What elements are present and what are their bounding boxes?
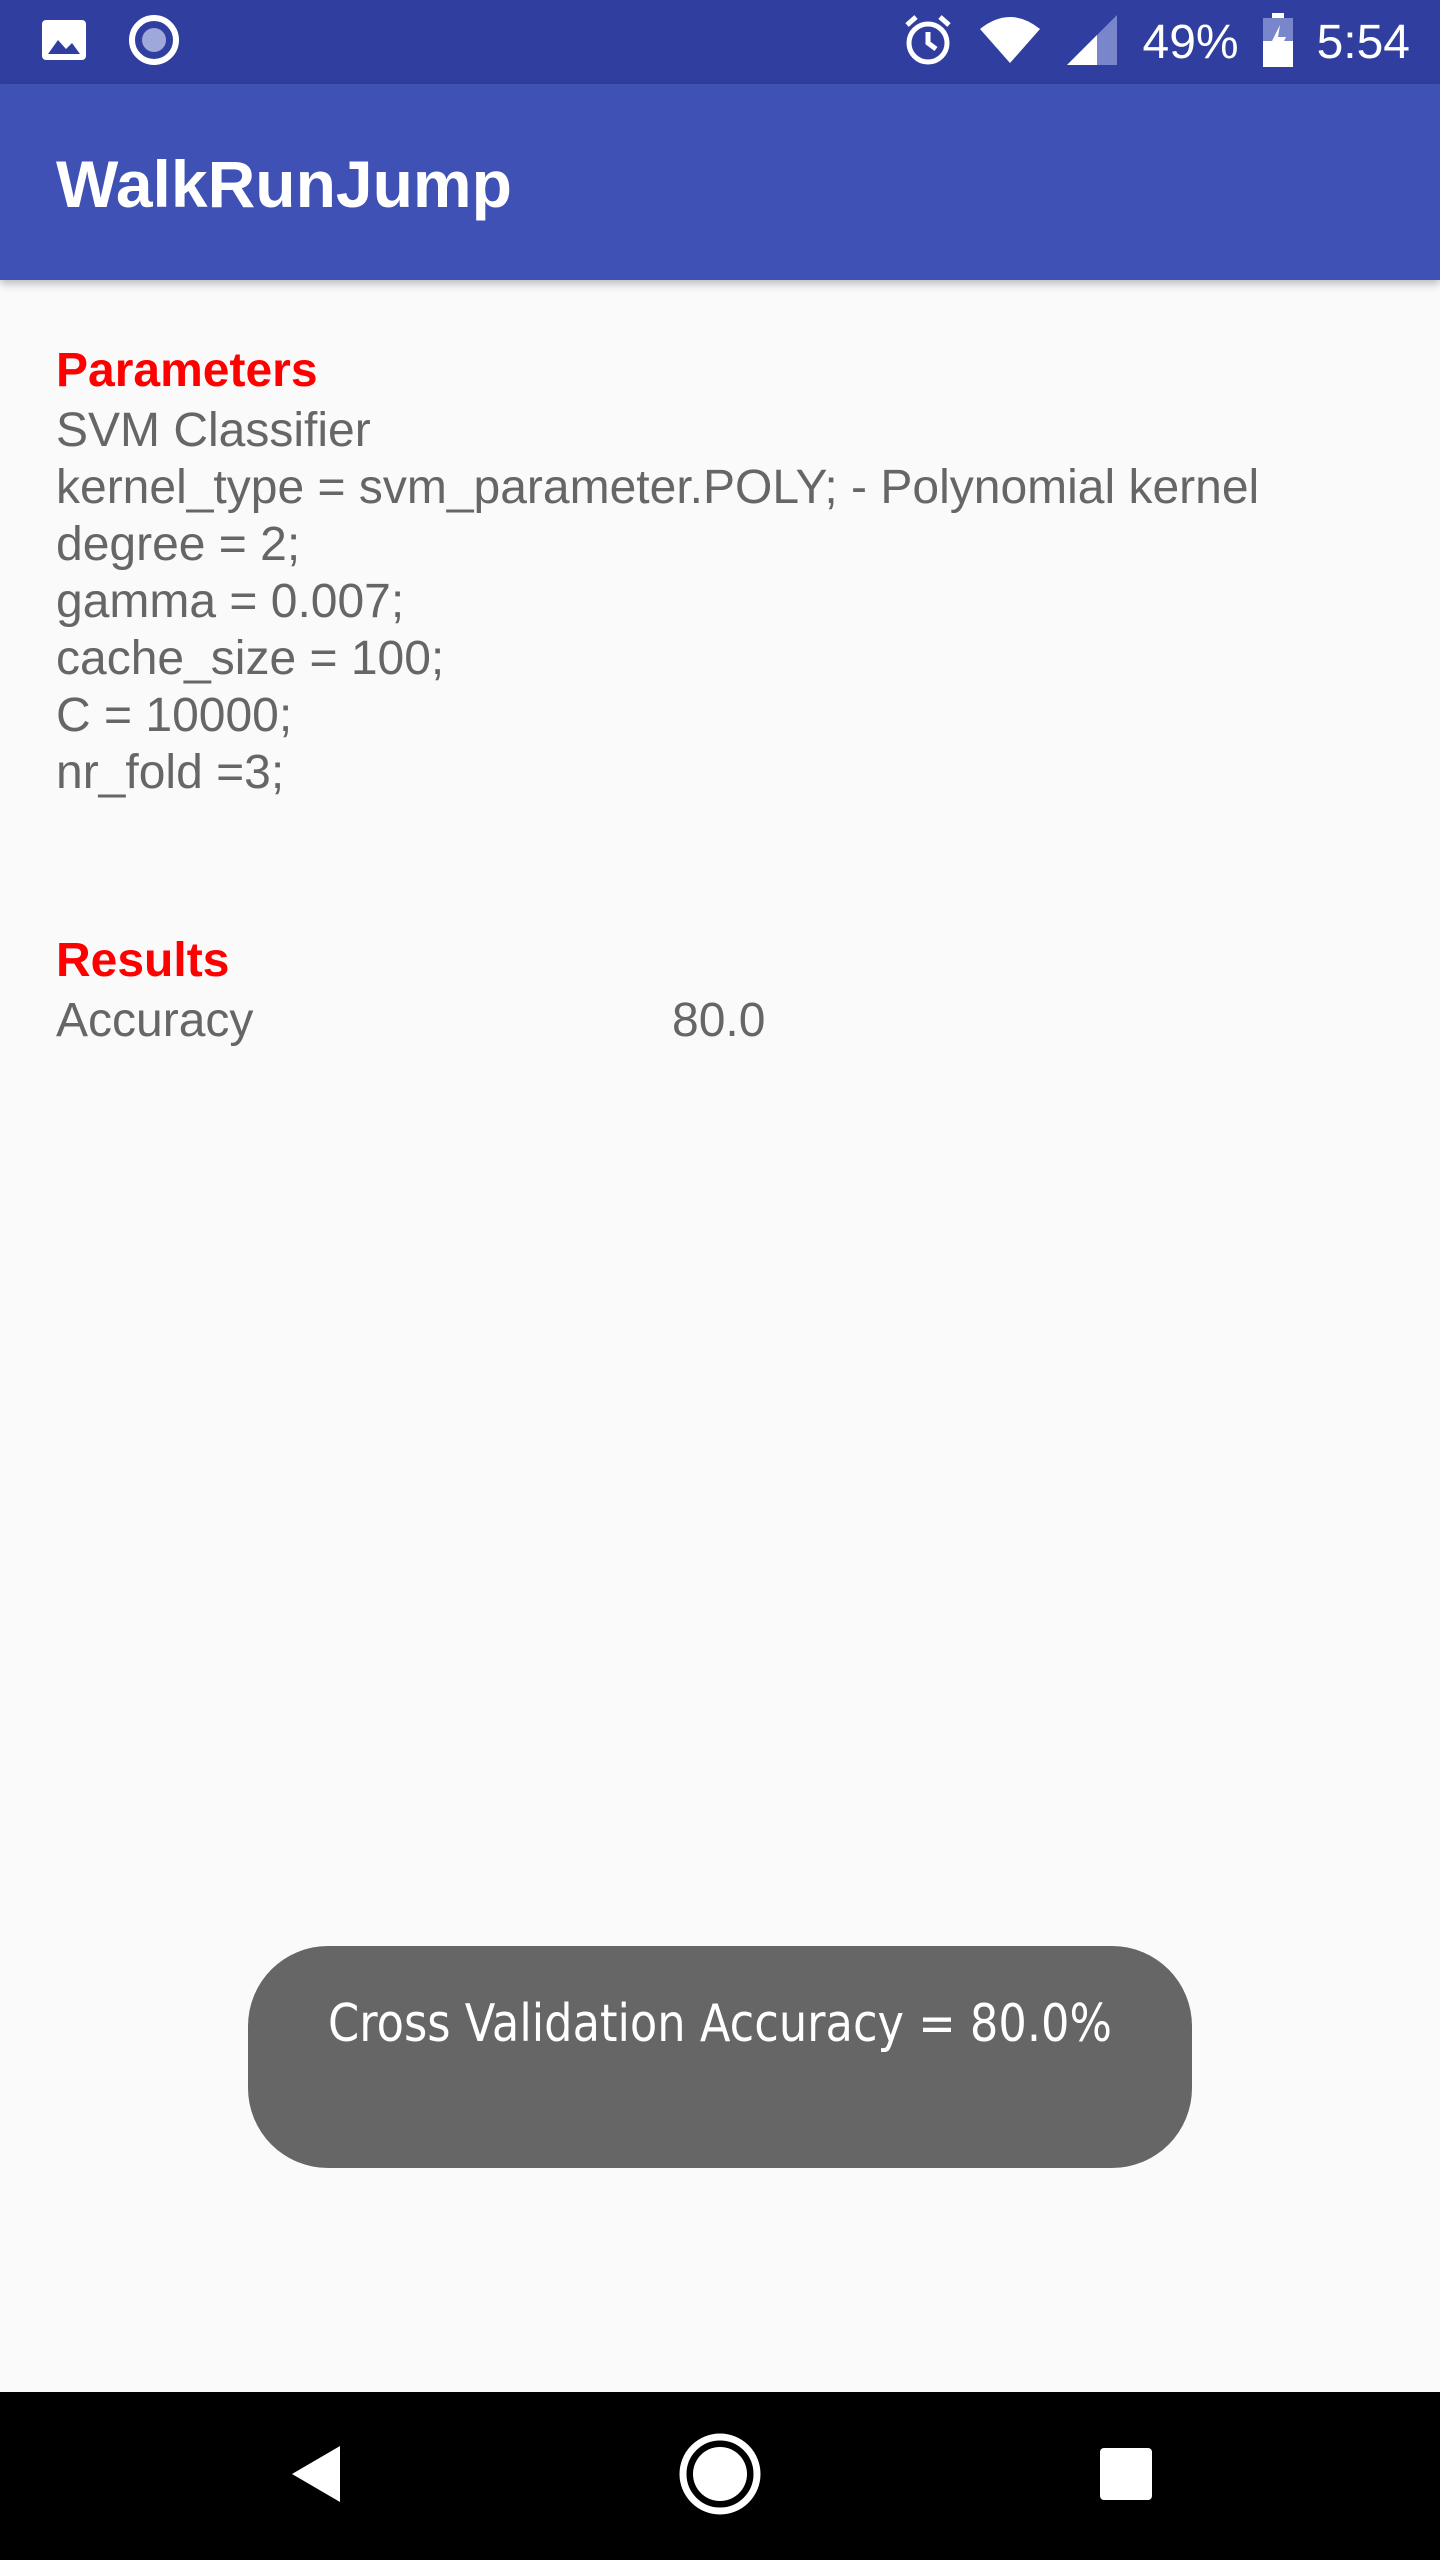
image-icon bbox=[40, 18, 88, 67]
results-section: Results Accuracy 80.0 bbox=[56, 930, 1396, 1054]
navigation-bar bbox=[0, 2392, 1440, 2560]
recents-icon bbox=[1098, 2446, 1154, 2507]
back-icon bbox=[288, 2442, 344, 2511]
app-bar: WalkRunJump bbox=[0, 84, 1440, 280]
toast: Cross Validation Accuracy = 80.0% bbox=[248, 1946, 1192, 2168]
status-bar: 49% 5:54 bbox=[0, 0, 1440, 84]
parameter-line: C = 10000; bbox=[56, 689, 293, 742]
wifi-icon bbox=[979, 15, 1041, 70]
cell-signal-icon bbox=[1065, 13, 1119, 72]
result-row: Accuracy 80.0 bbox=[56, 992, 1396, 1054]
status-left-icons bbox=[40, 0, 180, 84]
parameter-line: degree = 2; bbox=[56, 518, 301, 571]
app-title: WalkRunJump bbox=[56, 147, 512, 221]
battery-icon bbox=[1262, 12, 1293, 72]
parameters-section: Parameters SVM Classifier kernel_type = … bbox=[56, 340, 1396, 801]
home-button[interactable] bbox=[636, 2392, 804, 2560]
parameters-heading: Parameters bbox=[56, 344, 318, 397]
back-button[interactable] bbox=[232, 2392, 400, 2560]
parameter-line: cache_size = 100; bbox=[56, 632, 445, 685]
toast-message: Cross Validation Accuracy = 80.0% bbox=[328, 1994, 1112, 2054]
home-icon bbox=[678, 2432, 762, 2521]
parameter-line: SVM Classifier bbox=[56, 404, 371, 457]
parameter-line: kernel_type = svm_parameter.POLY; - Poly… bbox=[56, 461, 1260, 514]
parameters-list: SVM Classifier kernel_type = svm_paramet… bbox=[56, 402, 1396, 801]
result-value: 80.0 bbox=[672, 994, 766, 1047]
alarm-icon bbox=[901, 13, 955, 72]
result-label: Accuracy bbox=[56, 994, 254, 1047]
parameter-line: gamma = 0.007; bbox=[56, 575, 405, 628]
results-heading: Results bbox=[56, 934, 230, 987]
record-icon bbox=[128, 14, 180, 71]
status-right-icons: 49% 5:54 bbox=[901, 0, 1410, 84]
clock: 5:54 bbox=[1316, 15, 1410, 69]
recents-button[interactable] bbox=[1042, 2392, 1210, 2560]
battery-percent: 49% bbox=[1142, 15, 1239, 69]
parameter-line: nr_fold =3; bbox=[56, 746, 285, 799]
